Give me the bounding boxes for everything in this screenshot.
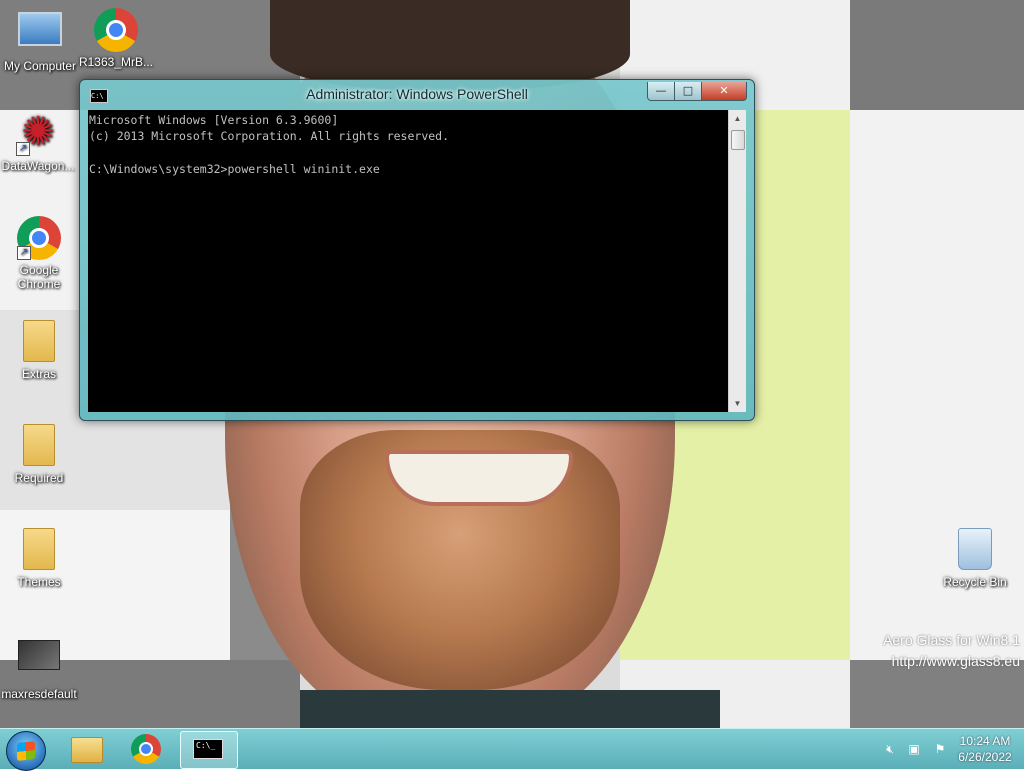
window-titlebar[interactable]: C:\ Administrator: Windows PowerShell — …: [80, 80, 754, 110]
powershell-window[interactable]: C:\ Administrator: Windows PowerShell — …: [79, 79, 755, 421]
vertical-scrollbar[interactable]: ▲ ▼: [728, 110, 746, 412]
chrome-icon: ↗: [17, 216, 61, 260]
taskbar-file-explorer[interactable]: [58, 731, 114, 767]
folder-icon: [17, 320, 61, 364]
chrome-file-icon: [94, 8, 138, 52]
desktop-icon-themes[interactable]: Themes: [1, 528, 77, 589]
powershell-icon: C:\_: [193, 739, 223, 759]
aero-glass-watermark: Aero Glass for Win8.1 http://www.glass8.…: [883, 630, 1020, 672]
file-explorer-icon: [71, 737, 103, 763]
wallpaper-shirt: [300, 690, 720, 728]
desktop-icon-r1363[interactable]: R1363_MrB...: [78, 8, 154, 69]
clock-time: 10:24 AM: [959, 734, 1011, 748]
console-line-1: Microsoft Windows [Version 6.3.9600]: [89, 113, 339, 127]
console-prompt-line: C:\Windows\system32>powershell wininit.e…: [89, 161, 380, 176]
maximize-button[interactable]: □: [674, 82, 702, 101]
watermark-line-1: Aero Glass for Win8.1: [883, 632, 1020, 648]
windows-logo-icon: [17, 741, 35, 761]
scrollbar-thumb[interactable]: [731, 130, 745, 150]
folder-icon: [17, 424, 61, 468]
network-icon[interactable]: ▣: [906, 741, 922, 757]
desktop-icon-required[interactable]: Required: [1, 424, 77, 485]
minimize-button[interactable]: —: [647, 82, 675, 101]
start-button[interactable]: [6, 731, 46, 771]
desktop-icon-label: DataWagon...: [1, 159, 75, 173]
console-output[interactable]: Microsoft Windows [Version 6.3.9600] (c)…: [88, 110, 728, 412]
wallpaper-smile: [385, 450, 573, 506]
datawagon-icon: ✺ ↗: [16, 112, 60, 156]
console-line-2: (c) 2013 Microsoft Corporation. All righ…: [89, 129, 450, 144]
desktop-icon-label: Required: [14, 471, 64, 485]
recycle-bin-icon: [953, 528, 997, 572]
taskbar-powershell[interactable]: C:\_: [180, 731, 238, 769]
scroll-up-arrow-icon[interactable]: ▲: [729, 110, 746, 127]
taskbar-chrome[interactable]: [118, 731, 174, 767]
watermark-line-2: http://www.glass8.eu: [891, 653, 1020, 669]
wallpaper-hair: [270, 0, 630, 90]
desktop-icon-maxresdefault[interactable]: maxresdefault: [1, 632, 77, 701]
console-line-3: [88, 143, 728, 159]
desktop-icon-label: Recycle Bin: [943, 575, 1007, 589]
image-file-icon: [17, 640, 61, 684]
desktop-icon-label: Google Chrome: [17, 263, 61, 291]
desktop-icon-recycle-bin[interactable]: Recycle Bin: [937, 528, 1013, 589]
chrome-icon: [131, 734, 161, 764]
action-center-flag-icon[interactable]: ⚑: [932, 741, 948, 757]
scroll-down-arrow-icon[interactable]: ▼: [729, 395, 746, 412]
desktop-icon-label: My Computer: [3, 59, 77, 73]
desktop-icon-datawagon[interactable]: ✺ ↗ DataWagon...: [0, 112, 76, 173]
clock-date: 6/26/2022: [958, 750, 1012, 764]
computer-icon: [18, 12, 62, 56]
desktop-icon-label: maxresdefault: [1, 687, 77, 701]
desktop-icon-label: R1363_MrB...: [78, 55, 154, 69]
close-button[interactable]: ✕: [701, 82, 747, 101]
volume-muted-icon[interactable]: 🔇︎: [882, 741, 898, 757]
desktop-icon-google-chrome[interactable]: ↗ Google Chrome: [1, 216, 77, 291]
desktop-icon-label: Extras: [21, 367, 56, 381]
taskbar-clock[interactable]: 10:24 AM 6/26/2022: [950, 733, 1020, 765]
taskbar: C:\_ 🔇︎ ▣ ⚑ 10:24 AM 6/26/2022: [0, 728, 1024, 771]
desktop-icon-my-computer[interactable]: My Computer: [2, 8, 78, 73]
folder-icon: [17, 528, 61, 572]
desktop-icon-label: Themes: [17, 575, 61, 589]
desktop-icon-extras[interactable]: Extras: [1, 320, 77, 381]
